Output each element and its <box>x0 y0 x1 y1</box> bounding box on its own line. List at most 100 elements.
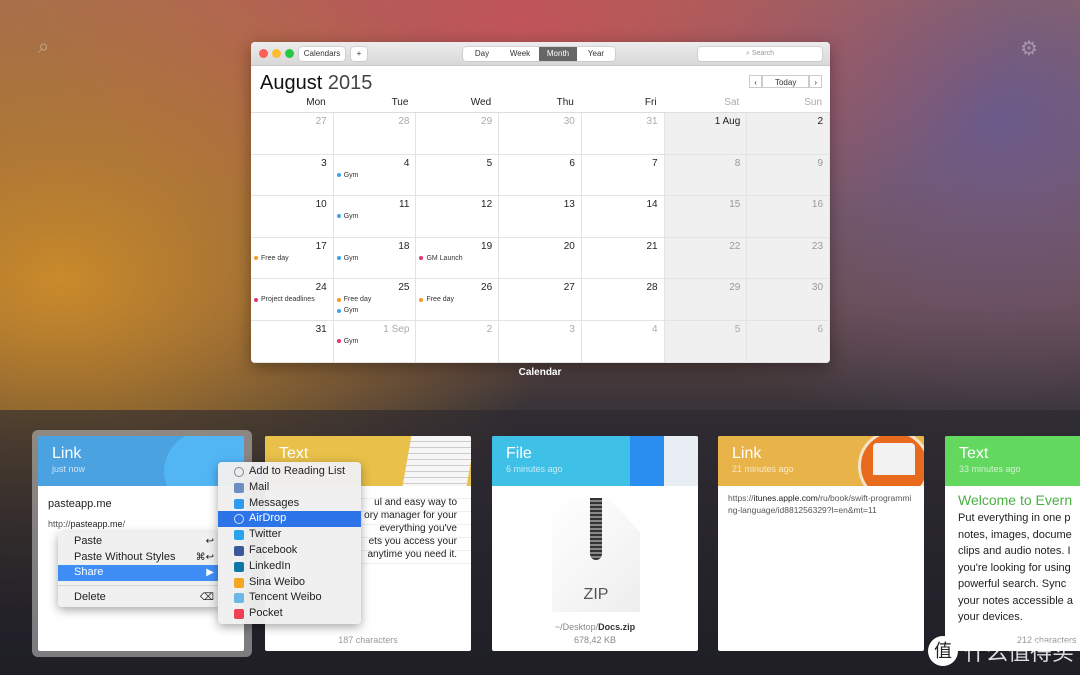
day-cell[interactable]: 6 <box>747 320 830 362</box>
day-cell[interactable]: 29 <box>416 113 500 154</box>
clip-card-text[interactable]: Text 33 minutes ago Welcome to Evern Put… <box>945 436 1080 651</box>
day-cell[interactable]: 31 <box>582 113 665 154</box>
calendar-event[interactable]: Gym <box>336 338 359 345</box>
add-button[interactable]: + <box>351 47 367 61</box>
day-number: 31 <box>646 116 658 127</box>
calendar-event[interactable]: GM Launch <box>419 255 463 262</box>
day-cell[interactable]: 1 Sep Gym <box>334 320 417 362</box>
menu-item-share[interactable]: Share ▶ <box>58 565 220 581</box>
day-cell[interactable]: 24 Project deadlines <box>251 279 334 320</box>
share-item-add-to-reading-list[interactable]: Add to Reading List <box>218 464 361 480</box>
event-dot <box>336 214 341 219</box>
view-tab-year[interactable]: Year <box>577 47 615 61</box>
clip-card-file[interactable]: File 6 minutes ago ZIP ~/Desktop/Docs.zi… <box>492 436 698 651</box>
minimize-button[interactable] <box>272 49 281 58</box>
day-cell[interactable]: 6 <box>499 154 582 196</box>
share-item-facebook[interactable]: Facebook <box>218 543 361 559</box>
day-cell[interactable]: 2 <box>747 113 830 154</box>
day-cell[interactable]: 26 Free day <box>416 279 500 320</box>
text-line: notes, images, docume <box>958 528 1072 541</box>
share-item-mail[interactable]: Mail <box>218 480 361 496</box>
view-tab-day[interactable]: Day <box>463 47 501 61</box>
day-cell[interactable]: 16 <box>747 196 830 237</box>
day-cell[interactable]: 27 <box>499 279 582 320</box>
calendars-button[interactable]: Calendars <box>299 47 345 61</box>
day-number: 29 <box>729 282 741 294</box>
day-cell[interactable]: 14 <box>582 196 665 237</box>
menu-item-paste-without-styles[interactable]: Paste Without Styles ⌘↩ <box>58 550 220 566</box>
day-cell[interactable]: 25 Free day Gym <box>334 279 417 320</box>
day-cell[interactable]: 17 Free day <box>251 237 334 279</box>
calendar-event[interactable]: Gym <box>336 172 359 179</box>
day-cell[interactable]: 4 <box>582 320 665 362</box>
day-cell[interactable]: 19 GM Launch <box>416 237 500 279</box>
day-cell[interactable]: 15 <box>664 196 748 237</box>
day-cell[interactable]: 30 <box>747 279 830 320</box>
zoom-button[interactable] <box>285 49 294 58</box>
calendar-event[interactable]: Gym <box>336 255 359 262</box>
menu-item-paste[interactable]: Paste ↩ <box>58 534 220 550</box>
day-cell[interactable]: 9 <box>747 154 830 196</box>
day-cell[interactable]: 2 <box>416 320 500 362</box>
day-cell[interactable]: 20 <box>499 237 582 279</box>
view-tab-month[interactable]: Month <box>539 47 577 61</box>
event-title: Project deadlines <box>261 296 315 304</box>
gear-icon[interactable]: ⚙ <box>1020 36 1038 61</box>
day-cell[interactable]: 4 Gym <box>334 154 417 196</box>
day-cell[interactable]: 3 <box>499 320 582 362</box>
file-size: 678,42 KB <box>573 635 617 645</box>
share-item-sina-weibo[interactable]: Sina Weibo <box>218 575 361 591</box>
shortcut: ⌫ <box>199 591 214 603</box>
day-cell[interactable]: 31 <box>251 320 334 362</box>
share-item-messages[interactable]: Messages <box>218 496 361 512</box>
event-title: Gym <box>343 307 359 315</box>
day-cell[interactable]: 22 <box>664 237 748 279</box>
day-cell[interactable]: 23 <box>747 237 830 279</box>
day-cell[interactable]: 21 <box>582 237 665 279</box>
calendar-event[interactable]: Free day <box>336 296 371 303</box>
app-label: Calendar <box>518 367 562 378</box>
day-cell[interactable]: 8 <box>664 154 748 196</box>
view-tab-week[interactable]: Week <box>501 47 539 61</box>
day-cell[interactable]: 12 <box>416 196 500 237</box>
share-item-label: Tencent Weibo <box>249 591 322 604</box>
day-cell[interactable]: 28 <box>582 279 665 320</box>
next-button[interactable]: › <box>809 75 822 88</box>
share-item-tencent-weibo[interactable]: Tencent Weibo <box>218 590 361 606</box>
day-cell[interactable]: 18 Gym <box>334 237 417 279</box>
day-cell[interactable]: 28 <box>334 113 417 154</box>
search-input[interactable]: ⌕ Search <box>698 47 822 61</box>
facebook-icon <box>234 545 244 556</box>
day-cell[interactable]: 10 <box>251 196 334 237</box>
day-cell[interactable]: 13 <box>499 196 582 237</box>
day-cell[interactable]: 29 <box>664 279 748 320</box>
day-number: 18 <box>398 240 410 252</box>
calendar-event[interactable]: Gym <box>336 213 359 220</box>
day-number: 21 <box>646 240 658 252</box>
week-row: 31 1 Sep Gym 2 3 4 5 6 <box>251 320 830 363</box>
calendar-event[interactable]: Free day <box>419 296 454 303</box>
day-cell[interactable]: 11 Gym <box>334 196 417 237</box>
day-cell[interactable]: 30 <box>499 113 582 154</box>
today-button[interactable]: Today <box>761 75 810 88</box>
prev-button[interactable]: ‹ <box>749 75 762 88</box>
calendar-event[interactable]: Project deadlines <box>254 296 315 303</box>
linkedin-icon <box>234 561 244 572</box>
share-item-pocket[interactable]: Pocket <box>218 606 361 622</box>
day-cell[interactable]: 7 <box>582 154 665 196</box>
day-cell[interactable]: 5 <box>664 320 748 362</box>
clip-card-link[interactable]: Link 21 minutes ago https://itunes.apple… <box>718 436 924 651</box>
day-cell[interactable]: 1 Aug <box>664 113 748 154</box>
share-item-airdrop[interactable]: AirDrop <box>218 511 361 528</box>
day-cell[interactable]: 27 <box>251 113 334 154</box>
menu-item-delete[interactable]: Delete ⌫ <box>58 590 220 606</box>
calendar-event[interactable]: Free day <box>254 255 289 262</box>
calendar-event[interactable]: Gym <box>336 307 359 315</box>
day-cell[interactable]: 5 <box>416 154 500 196</box>
search-icon[interactable]: ⌕ <box>38 36 49 59</box>
share-item-linkedin[interactable]: LinkedIn <box>218 559 361 575</box>
close-button[interactable] <box>259 49 268 58</box>
card-header: File 6 minutes ago <box>492 436 698 486</box>
share-item-twitter[interactable]: Twitter <box>218 527 361 543</box>
day-cell[interactable]: 3 <box>251 154 334 196</box>
